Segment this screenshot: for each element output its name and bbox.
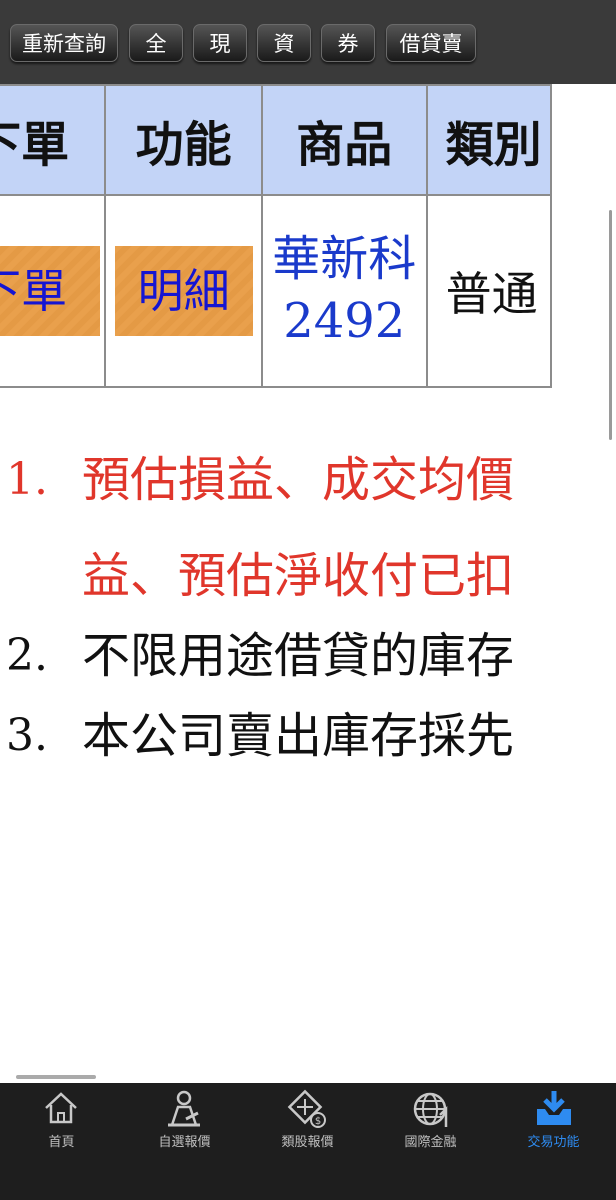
header-category: 類別 — [425, 84, 553, 196]
tab-watchlist[interactable]: 自選報價 — [123, 1083, 246, 1200]
tab-international[interactable]: 國際金融 — [369, 1083, 492, 1200]
tab-home-label: 首頁 — [48, 1135, 75, 1150]
filter-borrow-sell-button[interactable]: 借貸賣 — [386, 24, 476, 62]
tab-trade-functions-label: 交易功能 — [527, 1135, 580, 1150]
requery-button[interactable]: 重新查詢 — [10, 24, 118, 62]
globe-icon — [413, 1092, 448, 1127]
note-3-text: 本公司賣出庫存採先 — [82, 708, 515, 764]
watchlist-icon — [168, 1090, 200, 1127]
home-icon — [45, 1092, 77, 1124]
table-header-row: 下單 功能 商品 類別 — [0, 84, 553, 196]
note-2-text: 不限用途借貸的庫存 — [82, 628, 515, 684]
vertical-scrollbar[interactable] — [609, 210, 612, 440]
note-3-number: 3. — [6, 710, 48, 761]
filter-short-button[interactable]: 券 — [321, 24, 375, 62]
horizontal-scrollbar[interactable] — [16, 1075, 96, 1079]
svg-text:$: $ — [315, 1116, 321, 1127]
product-cell[interactable]: 華新科 2492 — [260, 194, 428, 388]
detail-button[interactable]: 明細 — [114, 246, 253, 336]
bottom-tab-bar: 首頁 自選報價 $ 類股報價 國際金融 交易功能 — [0, 1083, 616, 1200]
positions-table: 下單 功能 商品 類別 下單 明細 華新科 2492 普通 — [0, 84, 616, 388]
tab-trade-functions[interactable]: 交易功能 — [492, 1083, 615, 1200]
category-cell: 普通 — [425, 194, 553, 388]
tab-sector-quote-label: 類股報價 — [281, 1135, 334, 1150]
order-cell: 下單 — [0, 194, 107, 388]
note-1-number: 1. — [6, 454, 48, 505]
header-function: 功能 — [104, 84, 263, 196]
header-order: 下單 — [0, 84, 107, 196]
tab-sector-quote[interactable]: $ 類股報價 — [246, 1083, 369, 1200]
product-code: 2492 — [283, 293, 406, 349]
order-button[interactable]: 下單 — [0, 246, 101, 336]
filter-all-button[interactable]: 全 — [129, 24, 183, 62]
filter-cash-button[interactable]: 現 — [193, 24, 247, 62]
note-2-number: 2. — [6, 630, 48, 681]
tab-watchlist-label: 自選報價 — [158, 1135, 211, 1150]
top-toolbar: 重新查詢 全 現 資 券 借貸賣 — [0, 0, 616, 84]
product-name: 華新科 — [272, 231, 417, 287]
table-row: 下單 明細 華新科 2492 普通 — [0, 194, 553, 388]
tab-home[interactable]: 首頁 — [0, 1083, 123, 1200]
function-cell: 明細 — [104, 194, 263, 388]
tab-international-label: 國際金融 — [404, 1135, 457, 1150]
filter-margin-button[interactable]: 資 — [257, 24, 311, 62]
sector-quote-icon: $ — [287, 1089, 326, 1128]
header-product: 商品 — [260, 84, 428, 196]
note-1-text: 預估損益、成交均價 — [82, 452, 515, 508]
note-1b-text: 益、預估淨收付已扣 — [82, 548, 515, 604]
trade-download-icon — [537, 1091, 571, 1125]
